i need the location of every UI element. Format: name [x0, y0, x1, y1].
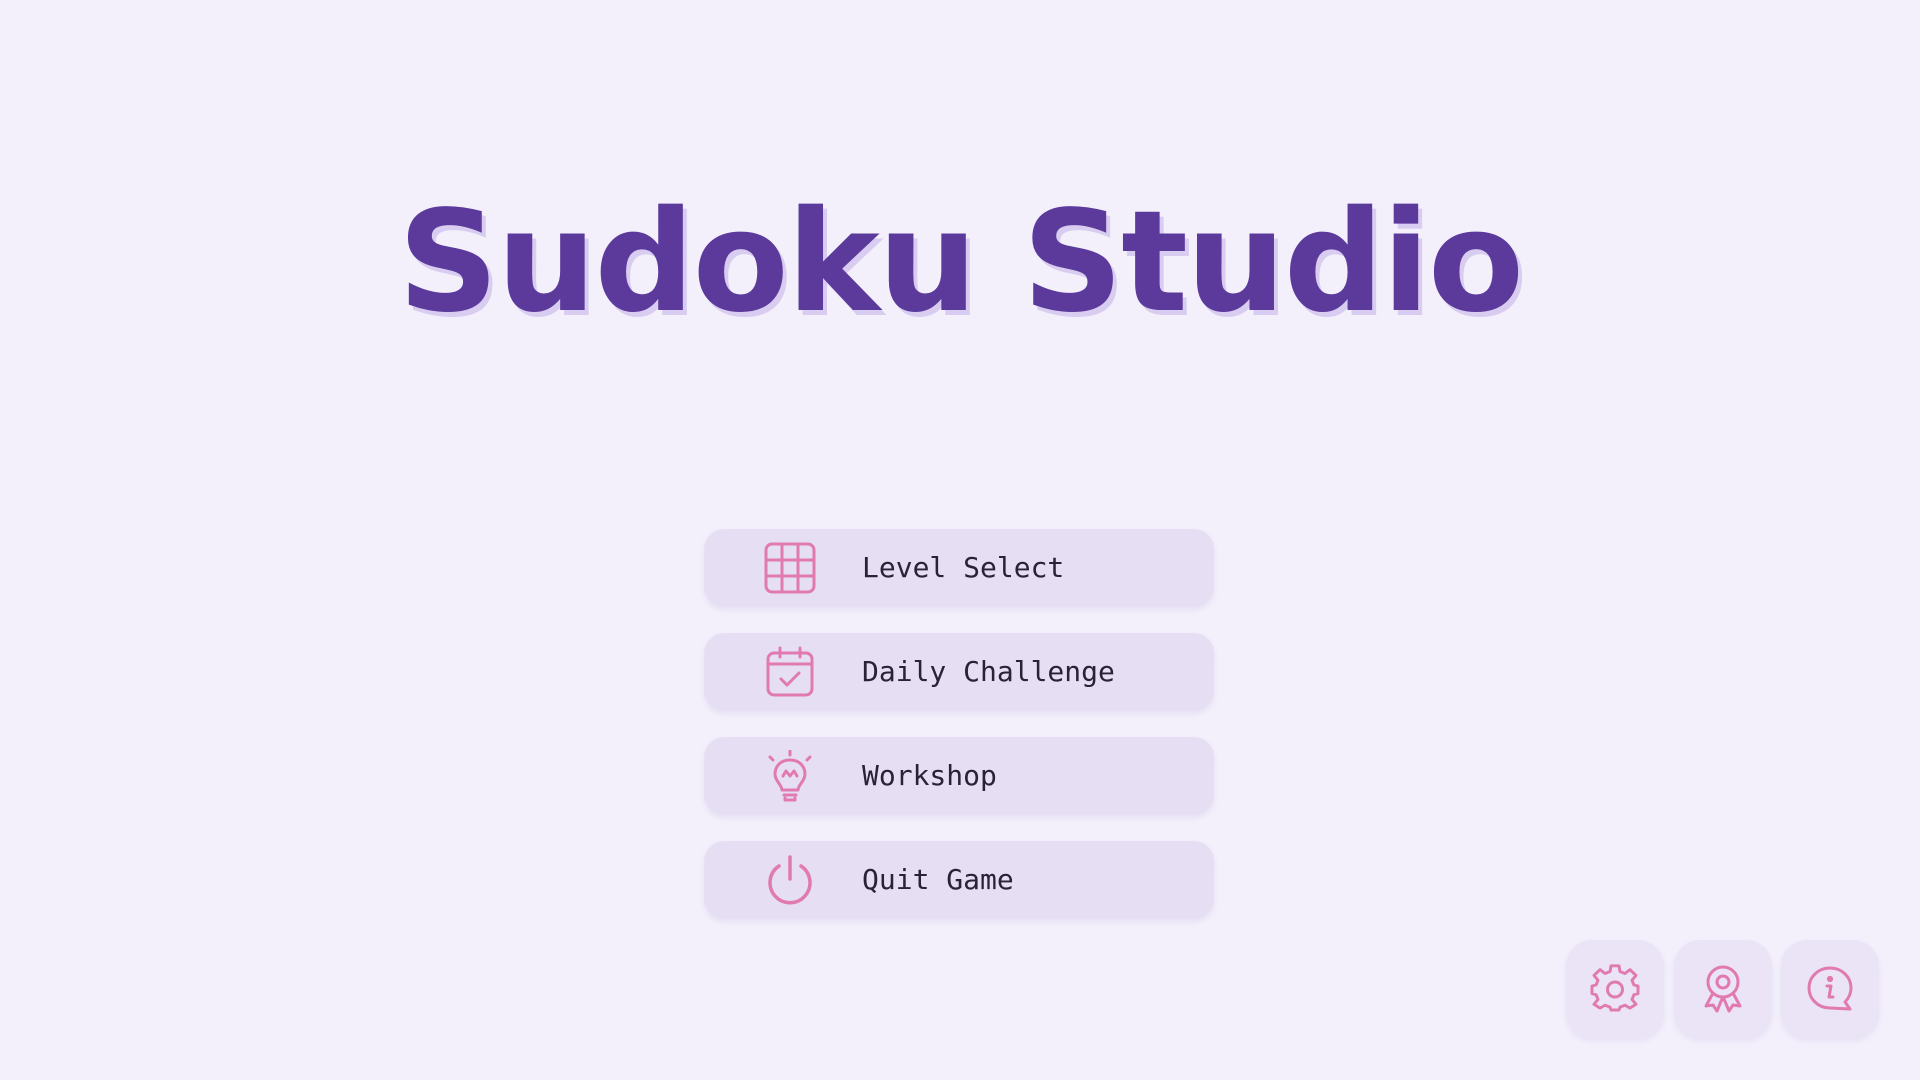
level-select-button[interactable]: Level Select [704, 529, 1214, 607]
award-ribbon-icon [1704, 965, 1742, 1013]
daily-challenge-label: Daily Challenge [862, 655, 1115, 688]
lightbulb-icon [768, 750, 812, 802]
main-menu: Level Select Daily Challenge Workshop Qu… [704, 529, 1214, 945]
level-select-label: Level Select [862, 551, 1065, 584]
game-title: Sudoku Studio [397, 181, 1524, 344]
workshop-label: Workshop [862, 759, 997, 792]
achievements-button[interactable] [1674, 940, 1772, 1038]
grid-icon [764, 542, 816, 594]
gear-icon [1590, 964, 1640, 1012]
daily-challenge-button[interactable]: Daily Challenge [704, 633, 1214, 711]
quit-game-button[interactable]: Quit Game [704, 841, 1214, 919]
calendar-check-icon [766, 646, 814, 697]
info-chat-icon [1807, 966, 1853, 1011]
info-button[interactable] [1781, 940, 1879, 1038]
settings-button[interactable] [1566, 940, 1664, 1038]
quit-game-label: Quit Game [862, 863, 1014, 896]
power-icon [768, 855, 812, 905]
workshop-button[interactable]: Workshop [704, 737, 1214, 815]
